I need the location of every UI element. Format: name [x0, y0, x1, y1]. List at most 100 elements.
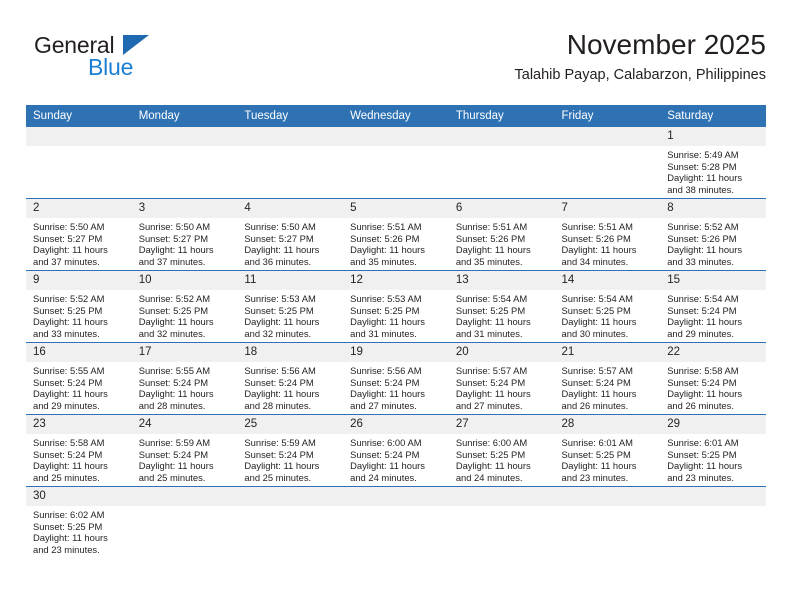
calendar-day-cell[interactable]: 7 Sunrise: 5:51 AM Sunset: 5:26 PM Daylight… — [554, 198, 661, 271]
day-sun-info: Sunrise: 5:51 AM Sunset: 5:26 PM Daylight:… — [449, 218, 555, 267]
day-number: 12 — [343, 271, 449, 290]
daylight-text: Daylight: 11 hours and 26 minutes. — [667, 388, 743, 411]
sunset-text: Sunset: 5:24 PM — [33, 448, 103, 460]
day-number: 8 — [660, 199, 766, 218]
calendar-day-cell[interactable]: 13 Sunrise: 5:54 AM Sunset: 5:25 PM Dayligh… — [448, 270, 555, 343]
sunrise-text: Sunrise: 5:57 AM — [455, 365, 528, 376]
sunrise-text: Sunrise: 5:55 AM — [33, 365, 105, 376]
calendar-day-cell[interactable]: 10 Sunrise: 5:52 AM Sunset: 5:25 PM Dayligh… — [131, 270, 238, 343]
sunset-text: Sunset: 5:27 PM — [138, 232, 209, 244]
day-number: 6 — [448, 199, 555, 218]
calendar-day-cell[interactable]: 29 Sunrise: 6:01 AM Sunset: 5:25 PM Dayligh… — [660, 414, 766, 487]
day-number — [554, 127, 661, 146]
day-number: 26 — [343, 415, 449, 434]
daylight-text: Daylight: 11 hours and 23 minutes. — [561, 460, 637, 483]
sunrise-text: Sunrise: 6:02 AM — [33, 509, 105, 520]
day-number: 19 — [343, 343, 449, 362]
calendar-day-cell[interactable]: 18 Sunrise: 5:56 AM Sunset: 5:24 PM Dayligh… — [237, 342, 344, 415]
calendar-day-cell[interactable]: 16 Sunrise: 5:55 AM Sunset: 5:24 PM Dayligh… — [26, 342, 132, 415]
day-number: 11 — [237, 271, 344, 290]
calendar-day-cell[interactable]: 8 Sunrise: 5:52 AM Sunset: 5:26 PM Daylight… — [660, 198, 766, 271]
weekday-header-sunday: Sunday — [26, 105, 132, 127]
day-number — [343, 487, 449, 506]
daylight-text: Daylight: 11 hours and 27 minutes. — [455, 388, 531, 411]
day-number: 24 — [131, 415, 238, 434]
calendar-day-cell[interactable]: 30 Sunrise: 6:02 AM Sunset: 5:25 PM Dayligh… — [26, 486, 132, 558]
calendar-day-cell[interactable]: 25 Sunrise: 5:59 AM Sunset: 5:24 PM Dayligh… — [237, 414, 344, 487]
day-sun-info: Sunrise: 5:57 AM Sunset: 5:24 PM Daylight:… — [449, 362, 555, 411]
daylight-text: Daylight: 11 hours and 37 minutes. — [138, 244, 214, 267]
calendar-day-cell[interactable]: 24 Sunrise: 5:59 AM Sunset: 5:24 PM Dayligh… — [131, 414, 238, 487]
sunrise-text: Sunrise: 5:52 AM — [667, 221, 739, 232]
calendar-day-cell[interactable]: 12 Sunrise: 5:53 AM Sunset: 5:25 PM Dayligh… — [343, 270, 449, 343]
calendar-week-row: 1 Sunrise: 5:49 AM Sunset: 5:28 PM Daylight… — [26, 127, 766, 199]
day-number: 4 — [237, 199, 344, 218]
logo-text-blue: Blue — [88, 54, 134, 80]
calendar-empty-cell — [237, 486, 344, 558]
day-number: 18 — [237, 343, 344, 362]
sunset-text: Sunset: 5:26 PM — [667, 232, 737, 244]
calendar-day-cell[interactable]: 5 Sunrise: 5:51 AM Sunset: 5:26 PM Daylight… — [343, 198, 449, 271]
day-sun-info: Sunrise: 5:50 AM Sunset: 5:27 PM Daylight:… — [26, 218, 132, 267]
calendar-day-cell[interactable]: 2 Sunrise: 5:50 AM Sunset: 5:27 PM Daylight… — [26, 198, 132, 271]
daylight-text: Daylight: 11 hours and 25 minutes. — [138, 460, 214, 483]
weekday-header-row: Sunday Monday Tuesday Wednesday Thursday… — [26, 105, 766, 127]
daylight-text: Daylight: 11 hours and 35 minutes. — [455, 244, 531, 267]
calendar-day-cell[interactable]: 9 Sunrise: 5:52 AM Sunset: 5:25 PM Daylight… — [26, 270, 132, 343]
daylight-text: Daylight: 11 hours and 32 minutes. — [138, 316, 214, 339]
day-sun-info: Sunrise: 5:53 AM Sunset: 5:25 PM Daylight:… — [237, 290, 343, 339]
sunrise-text: Sunrise: 5:52 AM — [138, 293, 211, 304]
calendar-day-cell[interactable]: 21 Sunrise: 5:57 AM Sunset: 5:24 PM Dayligh… — [554, 342, 661, 415]
daylight-text: Daylight: 11 hours and 31 minutes. — [455, 316, 531, 339]
calendar-day-cell[interactable]: 26 Sunrise: 6:00 AM Sunset: 5:24 PM Dayligh… — [343, 414, 449, 487]
daylight-text: Daylight: 11 hours and 25 minutes. — [33, 460, 108, 483]
daylight-text: Daylight: 11 hours and 28 minutes. — [138, 388, 214, 411]
day-sun-info: Sunrise: 6:02 AM Sunset: 5:25 PM Daylight:… — [26, 506, 132, 555]
calendar-empty-cell — [554, 486, 661, 558]
day-number — [237, 487, 344, 506]
day-sun-info: Sunrise: 5:56 AM Sunset: 5:24 PM Daylight:… — [343, 362, 449, 411]
daylight-text: Daylight: 11 hours and 33 minutes. — [667, 244, 743, 267]
calendar-day-cell[interactable]: 22 Sunrise: 5:58 AM Sunset: 5:24 PM Dayligh… — [660, 342, 766, 415]
weekday-header-wednesday: Wednesday — [343, 105, 449, 127]
sunset-text: Sunset: 5:26 PM — [350, 232, 420, 244]
day-number — [343, 127, 449, 146]
calendar-day-cell[interactable]: 1 Sunrise: 5:49 AM Sunset: 5:28 PM Daylight… — [660, 127, 766, 199]
calendar-day-cell[interactable]: 3 Sunrise: 5:50 AM Sunset: 5:27 PM Daylight… — [131, 198, 238, 271]
day-sun-info: Sunrise: 6:01 AM Sunset: 5:25 PM Daylight:… — [555, 434, 661, 483]
calendar-day-cell[interactable]: 14 Sunrise: 5:54 AM Sunset: 5:25 PM Dayligh… — [554, 270, 661, 343]
calendar-empty-cell — [448, 486, 555, 558]
day-number: 5 — [343, 199, 449, 218]
day-sun-info: Sunrise: 6:00 AM Sunset: 5:25 PM Daylight:… — [449, 434, 555, 483]
sunset-text: Sunset: 5:24 PM — [244, 376, 314, 388]
calendar-day-cell[interactable]: 17 Sunrise: 5:55 AM Sunset: 5:24 PM Dayligh… — [131, 342, 238, 415]
calendar-day-cell[interactable]: 28 Sunrise: 6:01 AM Sunset: 5:25 PM Dayligh… — [554, 414, 661, 487]
general-blue-logo[interactable]: General Blue — [26, 32, 256, 94]
day-number: 2 — [26, 199, 132, 218]
weekday-header-saturday: Saturday — [660, 105, 766, 127]
calendar-day-cell[interactable]: 15 Sunrise: 5:54 AM Sunset: 5:24 PM Dayligh… — [660, 270, 766, 343]
calendar-header-row-group: Sunday Monday Tuesday Wednesday Thursday… — [26, 105, 766, 127]
sunrise-sunset-calendar-table: Sunday Monday Tuesday Wednesday Thursday… — [26, 105, 766, 558]
day-number: 9 — [26, 271, 132, 290]
calendar-day-cell[interactable]: 6 Sunrise: 5:51 AM Sunset: 5:26 PM Daylight… — [448, 198, 555, 271]
calendar-day-cell[interactable]: 27 Sunrise: 6:00 AM Sunset: 5:25 PM Dayligh… — [448, 414, 555, 487]
day-number: 28 — [554, 415, 661, 434]
daylight-text: Daylight: 11 hours and 36 minutes. — [244, 244, 320, 267]
daylight-text: Daylight: 11 hours and 34 minutes. — [561, 244, 637, 267]
sunrise-text: Sunrise: 5:59 AM — [244, 437, 316, 448]
calendar-day-cell[interactable]: 20 Sunrise: 5:57 AM Sunset: 5:24 PM Dayligh… — [448, 342, 555, 415]
calendar-empty-cell — [26, 127, 132, 199]
daylight-text: Daylight: 11 hours and 35 minutes. — [350, 244, 425, 267]
sunset-text: Sunset: 5:25 PM — [561, 304, 631, 316]
daylight-text: Daylight: 11 hours and 27 minutes. — [350, 388, 425, 411]
calendar-day-cell[interactable]: 4 Sunrise: 5:50 AM Sunset: 5:27 PM Daylight… — [237, 198, 344, 271]
calendar-day-cell[interactable]: 11 Sunrise: 5:53 AM Sunset: 5:25 PM Dayligh… — [237, 270, 344, 343]
calendar-empty-cell — [660, 486, 766, 558]
day-sun-info: Sunrise: 5:54 AM Sunset: 5:24 PM Daylight:… — [660, 290, 766, 339]
sunrise-text: Sunrise: 5:56 AM — [244, 365, 316, 376]
calendar-day-cell[interactable]: 19 Sunrise: 5:56 AM Sunset: 5:24 PM Dayligh… — [343, 342, 449, 415]
day-sun-info: Sunrise: 5:53 AM Sunset: 5:25 PM Daylight:… — [343, 290, 449, 339]
calendar-day-cell[interactable]: 23 Sunrise: 5:58 AM Sunset: 5:24 PM Dayligh… — [26, 414, 132, 487]
sunrise-text: Sunrise: 5:54 AM — [455, 293, 528, 304]
